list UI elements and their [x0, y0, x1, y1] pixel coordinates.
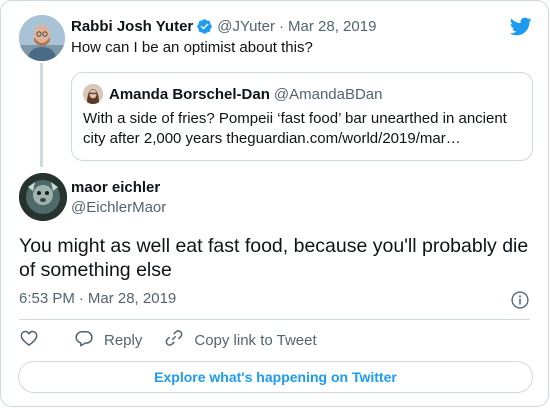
explore-twitter-button[interactable]: Explore what's happening on Twitter [18, 361, 533, 393]
copy-link-label: Copy link to Tweet [194, 331, 317, 349]
tweet-timestamp[interactable]: 6:53 PM · Mar 28, 2019 [19, 290, 176, 307]
author-handle[interactable]: @JYuter [217, 18, 275, 35]
quoted-tweet-header: Amanda Borschel-Dan @AmandaBDan [109, 85, 383, 103]
avatar-maor-eichler[interactable] [19, 173, 67, 221]
main-author-handle[interactable]: @EichlerMaor [71, 199, 166, 216]
heart-icon [19, 328, 39, 352]
quoted-author-handle: @AmandaBDan [273, 85, 383, 103]
avatar-amanda-borschel-dan [83, 84, 103, 104]
reply-icon [74, 328, 104, 352]
copy-link-button[interactable]: Copy link to Tweet [164, 328, 317, 352]
tweet-date[interactable]: Mar 28, 2019 [288, 18, 376, 35]
reply-button[interactable]: Reply [74, 328, 142, 352]
main-tweet-text: You might as well eat fast food, because… [19, 235, 529, 281]
parent-tweet-text: How can I be an optimist about this? [71, 39, 313, 56]
reply-label: Reply [104, 331, 143, 349]
quoted-tweet[interactable]: Amanda Borschel-Dan @AmandaBDan With a s… [71, 72, 533, 161]
action-bar: Reply Copy link to Tweet [19, 329, 317, 351]
tweet-date[interactable]: Mar 28, 2019 [88, 290, 176, 307]
thread-connector [40, 63, 43, 167]
author-name[interactable]: Rabbi Josh Yuter [71, 18, 193, 35]
timestamp-separator: · [78, 290, 84, 307]
verified-badge-icon [196, 18, 213, 35]
parent-tweet-header: Rabbi Josh Yuter @JYuter · Mar 28, 2019 [71, 16, 376, 36]
quoted-tweet-text: With a side of fries? Pompeii ‘fast food… [83, 110, 507, 147]
avatar-rabbi-josh-yuter[interactable] [19, 15, 65, 61]
tweet-time[interactable]: 6:53 PM [19, 290, 75, 307]
main-author-name[interactable]: maor eichler [71, 179, 160, 196]
embedded-tweet-card: Rabbi Josh Yuter @JYuter · Mar 28, 2019 … [0, 0, 549, 407]
info-icon[interactable] [510, 290, 530, 310]
like-button[interactable] [19, 328, 39, 352]
divider [19, 319, 530, 320]
header-separator: · [279, 17, 285, 35]
quoted-author-name: Amanda Borschel-Dan [109, 85, 270, 103]
link-icon [164, 328, 194, 352]
twitter-bird-icon[interactable] [509, 15, 532, 38]
